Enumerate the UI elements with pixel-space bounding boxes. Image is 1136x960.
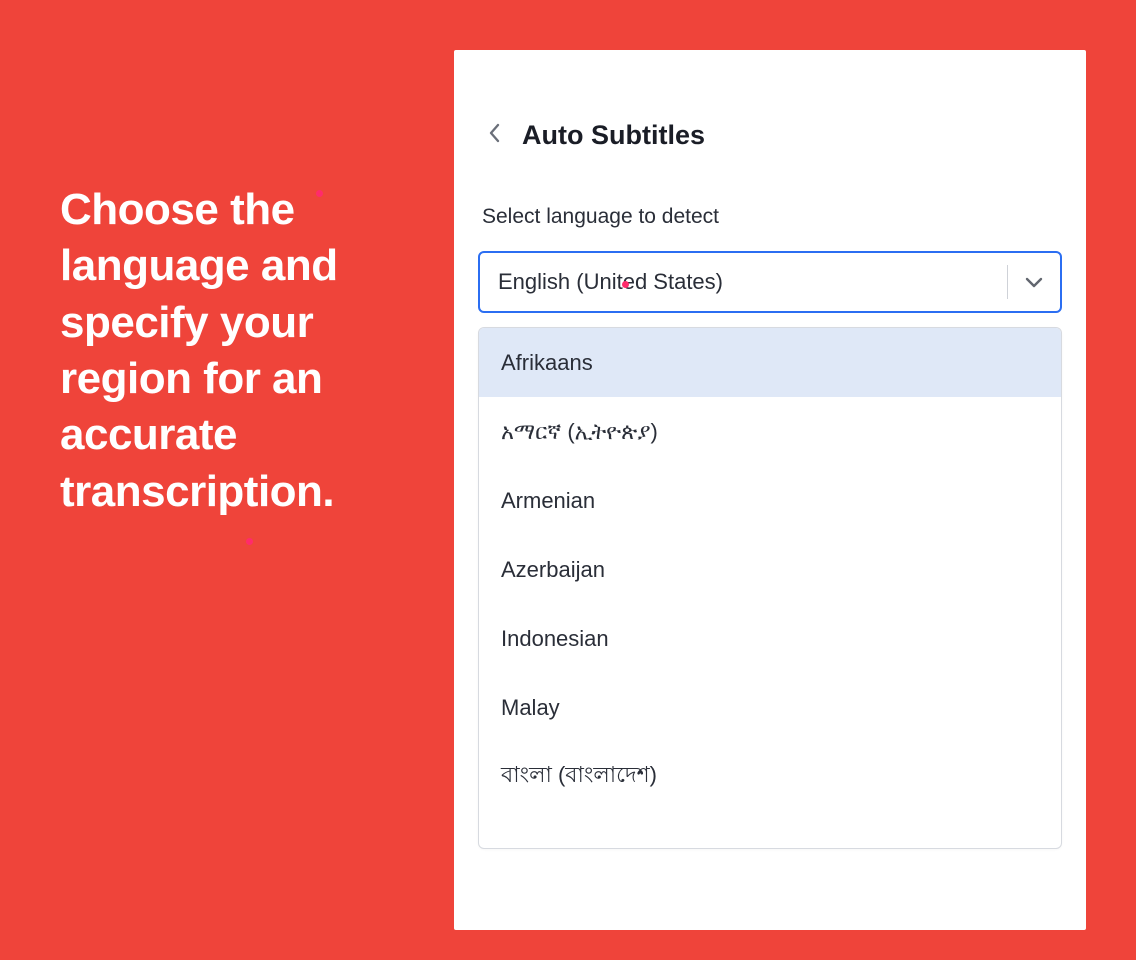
language-option-label: Azerbaijan: [501, 557, 605, 583]
back-button[interactable]: [480, 122, 508, 150]
language-option[interactable]: Azerbaijan: [479, 535, 1061, 604]
language-option-label: አማርኛ (ኢትዮጵያ): [501, 419, 658, 445]
language-option-label: Afrikaans: [501, 350, 593, 376]
language-option-label: Malay: [501, 695, 560, 721]
language-option[interactable]: Armenian: [479, 466, 1061, 535]
language-option[interactable]: বাংলা (বাংলাদেশ): [479, 742, 1061, 811]
auto-subtitles-panel: Auto Subtitles Select language to detect…: [454, 50, 1086, 930]
instruction-text: Choose the language and specify your reg…: [60, 182, 440, 520]
language-select-value: English (United States): [498, 269, 1007, 295]
language-option-label: বাংলা (বাংলাদেশ): [501, 758, 657, 795]
language-select[interactable]: English (United States): [478, 251, 1062, 313]
pointer-dot: [622, 281, 629, 288]
language-option[interactable]: Malay: [479, 673, 1061, 742]
pointer-dot: [316, 190, 323, 197]
select-language-label: Select language to detect: [474, 205, 1066, 229]
chevron-down-icon: [1008, 253, 1060, 311]
language-option[interactable]: አማርኛ (ኢትዮጵያ): [479, 397, 1061, 466]
language-option-label: Armenian: [501, 488, 595, 514]
language-dropdown[interactable]: Afrikaans አማርኛ (ኢትዮጵያ) Armenian Azerbaijan I…: [478, 327, 1062, 849]
pointer-dot: [246, 538, 253, 545]
language-option[interactable]: Indonesian: [479, 604, 1061, 673]
panel-title: Auto Subtitles: [522, 120, 705, 151]
language-option[interactable]: [479, 811, 1061, 849]
panel-header: Auto Subtitles: [474, 120, 1066, 151]
language-option[interactable]: Afrikaans: [479, 328, 1061, 397]
chevron-left-icon: [489, 123, 500, 148]
language-option-label: Indonesian: [501, 626, 609, 652]
